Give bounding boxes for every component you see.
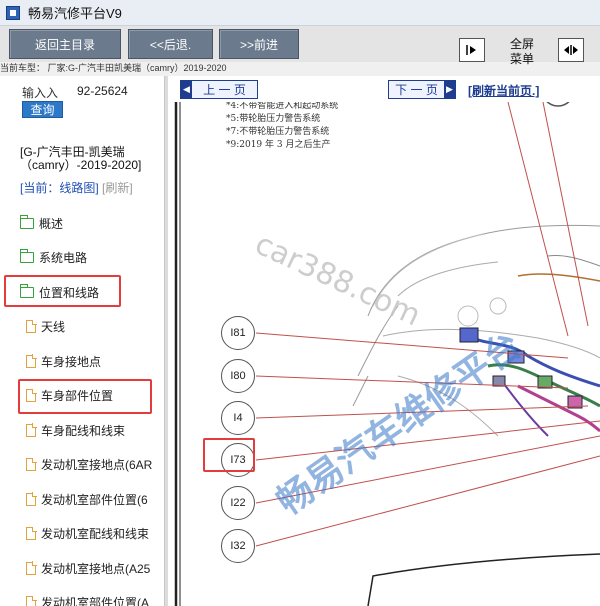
tree-item[interactable]: 发动机室配线和线束 [10, 519, 149, 549]
current-nav: [当前：线路图] [刷新] [20, 182, 155, 195]
document-icon [26, 561, 37, 575]
watermark-platform: 畅易汽车维修平台 [270, 325, 529, 524]
input-label: 输入入 [22, 86, 59, 100]
window-title: 畅易汽修平台V9 [28, 6, 122, 21]
collapse-panel-button[interactable] [459, 38, 485, 62]
tree-item[interactable]: 发动机室部件位置(A [10, 588, 149, 606]
note-line: *9:2019 年 3 月之后生产 [226, 138, 330, 150]
double-arrow-icon [564, 45, 578, 55]
tree-item[interactable]: 发动机室接地点(6AR [10, 450, 152, 480]
tree-item-label: 天线 [41, 320, 66, 334]
back-to-main-button[interactable]: 返回主目录 [9, 29, 121, 59]
tree-item-label: 系统电路 [39, 251, 88, 265]
document-icon [26, 457, 37, 471]
tree-item-highlight [4, 275, 121, 307]
current-car-label: 当前车型： 厂家:G-广汽丰田凯美瑞（camry）2019-2020 [0, 63, 227, 73]
part-code-value[interactable]: 92-25624 [77, 84, 137, 98]
document-icon [26, 595, 37, 606]
next-page-label: 下 一 页 [395, 83, 438, 97]
left-panel: 输入入 92-25624 查询 [G-广汽丰田-凯美瑞（camry）-2019-… [0, 76, 165, 606]
prev-page-label: 上 一 页 [203, 83, 246, 97]
folder-icon [19, 249, 34, 263]
forward-button[interactable]: >>前进 [219, 29, 299, 59]
tree-item[interactable]: 车身接地点 [10, 346, 101, 376]
expand-panel-button[interactable] [558, 38, 584, 62]
tree-item-label: 发动机室部件位置(6 [41, 492, 148, 507]
document-icon [26, 319, 37, 333]
connector-label[interactable]: I32 [221, 529, 255, 563]
prev-page-button[interactable]: ◀ 上 一 页 [180, 80, 258, 99]
refresh-link[interactable]: [刷新] [102, 181, 133, 195]
title-bar: 畅易汽修平台V9 [0, 0, 600, 26]
tree-item-label: 发动机室接地点(6AR [41, 458, 153, 472]
model-name: [G-广汽丰田-凯美瑞（camry）-2019-2020] [20, 145, 142, 172]
tree-item[interactable]: 车身配线和线束 [10, 415, 125, 445]
tree-item[interactable]: 天线 [10, 312, 65, 342]
next-page-button[interactable]: 下 一 页 ▶ [388, 80, 456, 99]
folder-icon [19, 214, 34, 229]
connector-label[interactable]: I81 [221, 316, 255, 350]
document-icon [26, 492, 37, 506]
arrow-right-icon: ▶ [444, 81, 455, 98]
document-icon [26, 354, 37, 368]
connector-label[interactable]: I22 [221, 486, 255, 520]
tree-item-label: 发动机室部件位置(A [41, 596, 150, 606]
connector-label[interactable]: I4 [221, 401, 255, 435]
connector-highlight [203, 438, 255, 472]
tree-item-label: 车身接地点 [41, 354, 102, 369]
current-view-label: [当前：线路图] [20, 181, 99, 195]
note-line: *7:不带轮胎压力警告系统 [226, 125, 329, 137]
query-button[interactable]: 查询 [22, 101, 63, 118]
tree-item-label: 发动机室配线和线束 [41, 527, 150, 541]
document-icon [26, 526, 37, 540]
diagram-area: *4:不带智能进入和起动系统 *5:带轮胎压力警告系统 *7:不带轮胎压力警告系… [168, 76, 600, 606]
arrow-right-bar-icon [466, 45, 476, 55]
tree-item-label: 车身配线和线束 [41, 423, 126, 438]
tree-item[interactable]: 发动机室部件位置(6 [10, 484, 148, 514]
tree-item[interactable]: 发动机室接地点(A25 [10, 553, 150, 583]
connector-label[interactable]: I80 [221, 359, 255, 393]
diagram-navbar: ◀ 上 一 页 下 一 页 ▶ [刷新当前页.] [168, 76, 600, 102]
arrow-left-icon: ◀ [181, 81, 192, 98]
tree-item[interactable]: 概述 [10, 208, 63, 238]
refresh-current-page-link[interactable]: [刷新当前页.] [468, 82, 539, 99]
back-button[interactable]: <<后退. [128, 29, 213, 59]
app-icon [6, 5, 20, 20]
tree-item-highlight [18, 378, 152, 414]
note-line: *5:带轮胎压力警告系统 [226, 112, 320, 124]
document-icon [26, 423, 37, 437]
tree-item-label: 发动机室接地点(A25 [41, 561, 151, 576]
fullscreen-label-line1: 全屏 [509, 37, 534, 51]
tree-item-label: 概述 [39, 216, 64, 231]
tree-item[interactable]: 系统电路 [10, 243, 87, 273]
watermark-site: car388.com [250, 227, 426, 334]
